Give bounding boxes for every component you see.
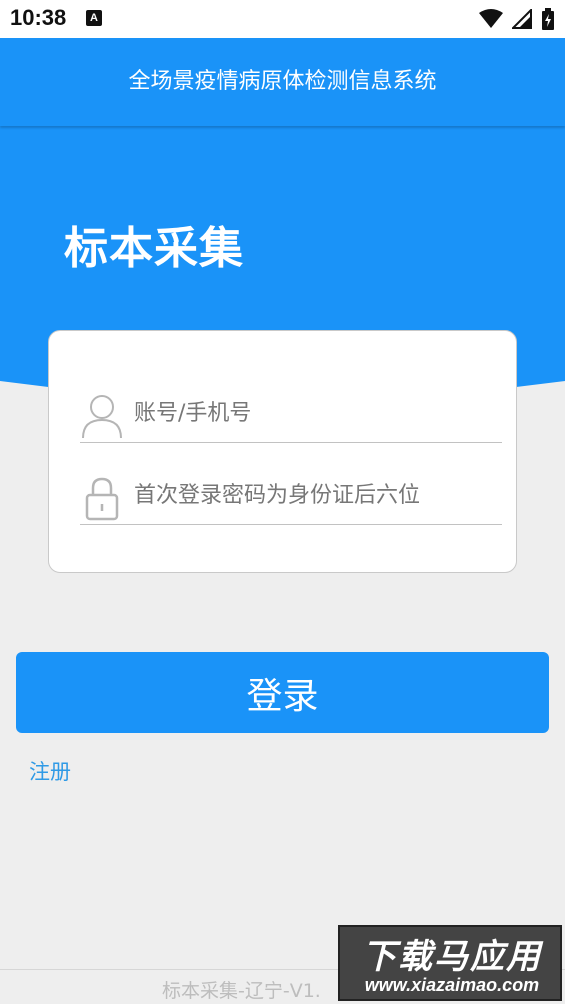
header-title: 全场景疫情病原体检测信息系统	[128, 69, 437, 94]
wifi-icon	[478, 9, 503, 28]
lock-icon	[85, 477, 119, 521]
login-button[interactable]: 登录	[16, 652, 549, 733]
watermark-logo: 下载马应用 www.xiazaimao.com	[338, 925, 562, 1001]
app-header: 全场景疫情病原体检测信息系统	[0, 38, 565, 126]
version-text: 标本采集-辽宁-V1.	[162, 980, 321, 1002]
status-bar: 10:38 A	[0, 0, 565, 38]
hero-title: 标本采集	[64, 223, 244, 274]
username-field[interactable]	[80, 387, 502, 443]
watermark-url: www.xiazaimao.com	[364, 975, 540, 995]
watermark-title: 下载马应用	[362, 937, 542, 977]
status-icons	[475, 8, 555, 30]
register-link[interactable]: 注册	[29, 756, 71, 786]
password-input[interactable]	[134, 475, 494, 515]
password-field[interactable]	[80, 469, 502, 525]
username-input[interactable]	[134, 393, 494, 433]
battery-icon	[542, 8, 554, 30]
login-card	[48, 330, 517, 573]
user-icon	[82, 395, 122, 439]
signal-icon	[511, 9, 532, 29]
status-time: 10:38	[10, 5, 67, 30]
notification-icon: A	[86, 10, 102, 26]
